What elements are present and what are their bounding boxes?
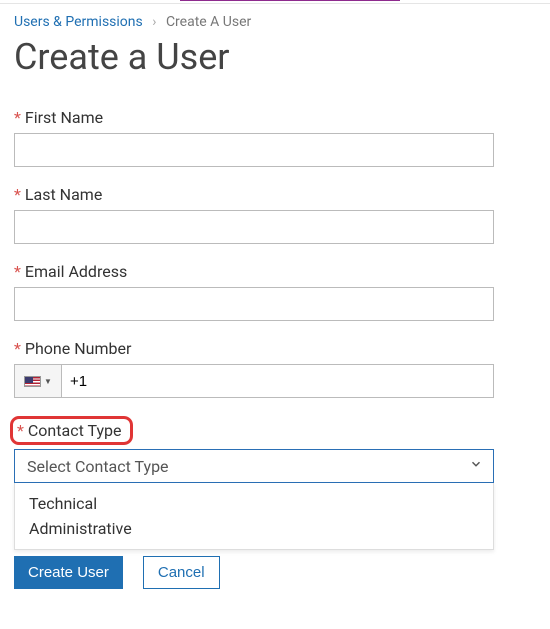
chevron-down-icon (469, 457, 483, 475)
first-name-input[interactable] (14, 133, 494, 167)
required-asterisk: * (14, 108, 21, 127)
last-name-input[interactable] (14, 210, 494, 244)
phone-input[interactable] (62, 364, 494, 398)
contact-type-placeholder: Select Contact Type (27, 457, 169, 476)
page-title: Create a User (14, 36, 536, 78)
contact-type-option-technical[interactable]: Technical (15, 491, 493, 516)
breadcrumb-parent-link[interactable]: Users & Permissions (14, 14, 143, 30)
last-name-label: *Last Name (14, 185, 536, 204)
chevron-down-icon: ▼ (44, 377, 52, 386)
contact-type-dropdown: Technical Administrative (14, 483, 494, 550)
email-field: *Email Address (14, 262, 536, 321)
required-asterisk: * (14, 339, 21, 358)
country-code-selector[interactable]: ▼ (14, 364, 62, 398)
us-flag-icon (24, 376, 41, 387)
email-label: *Email Address (14, 262, 536, 281)
phone-label: *Phone Number (14, 339, 536, 358)
contact-type-label-highlight: *Contact Type (10, 416, 133, 445)
breadcrumb: Users & Permissions › Create A User (14, 4, 536, 34)
first-name-label: *First Name (14, 108, 536, 127)
contact-type-select[interactable]: Select Contact Type (14, 449, 494, 483)
active-tab-indicator (0, 0, 550, 4)
phone-field: *Phone Number ▼ (14, 339, 536, 398)
first-name-field: *First Name (14, 108, 536, 167)
email-input[interactable] (14, 287, 494, 321)
required-asterisk: * (17, 421, 24, 440)
contact-type-field: *Contact Type Select Contact Type Techni… (14, 416, 536, 550)
last-name-field: *Last Name (14, 185, 536, 244)
create-user-button[interactable]: Create User (14, 556, 123, 589)
required-asterisk: * (14, 262, 21, 281)
breadcrumb-separator: › (152, 14, 156, 30)
breadcrumb-current: Create A User (166, 14, 251, 30)
contact-type-label: *Contact Type (17, 421, 122, 440)
form-actions: Create User Cancel (14, 556, 220, 589)
required-asterisk: * (14, 185, 21, 204)
cancel-button[interactable]: Cancel (143, 556, 220, 589)
contact-type-option-administrative[interactable]: Administrative (15, 516, 493, 541)
